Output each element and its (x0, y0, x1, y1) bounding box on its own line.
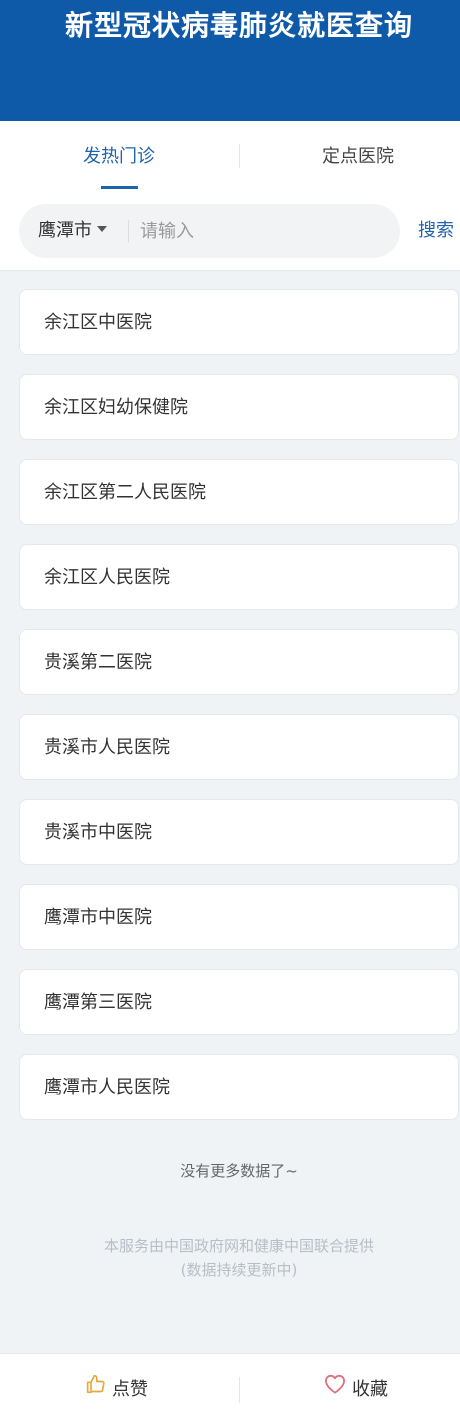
hospital-item[interactable]: 贵溪第二医院 (19, 629, 459, 695)
footer-line-1: 本服务由中国政府网和健康中国联合提供 (103, 1237, 374, 1255)
search-divider (128, 220, 129, 242)
tab-divider (239, 144, 240, 168)
tab-bar: 发热门诊 定点医院 (0, 121, 460, 193)
city-select[interactable]: 鹰潭市 (38, 204, 107, 258)
caret-down-icon (97, 226, 107, 232)
bottom-bar: 点赞 收藏 (0, 1353, 460, 1424)
search-bar: 鹰潭市 搜索 (0, 193, 460, 271)
favorite-button[interactable]: 收藏 (324, 1354, 388, 1424)
hospital-item[interactable]: 余江区妇幼保健院 (19, 374, 459, 440)
list-end-text: 没有更多数据了~ (180, 1162, 298, 1180)
hospital-item[interactable]: 余江区人民医院 (19, 544, 459, 610)
hospital-item[interactable]: 鹰潭第三医院 (19, 969, 459, 1035)
footer-line-2: (数据持续更新中) (180, 1261, 298, 1279)
hospital-item[interactable]: 贵溪市人民医院 (19, 714, 459, 780)
tab-fever-clinic[interactable]: 发热门诊 (4, 121, 234, 193)
hospital-item[interactable]: 余江区第二人民医院 (19, 459, 459, 525)
tab-designated-hospital[interactable]: 定点医院 (243, 121, 460, 193)
hospital-item[interactable]: 鹰潭市中医院 (19, 884, 459, 950)
hospital-item[interactable]: 鹰潭市人民医院 (19, 1054, 459, 1120)
search-button[interactable]: 搜索 (418, 204, 460, 258)
hospital-item[interactable]: 余江区中医院 (19, 289, 459, 355)
city-select-label: 鹰潭市 (38, 220, 92, 241)
like-button[interactable]: 点赞 (86, 1354, 148, 1424)
search-input[interactable] (140, 212, 390, 250)
active-tab-indicator (101, 186, 138, 189)
footer-note: 本服务由中国政府网和健康中国联合提供 (数据持续更新中) (0, 1234, 460, 1282)
page-title: 新型冠状病毒肺炎就医查询 (64, 9, 413, 42)
favorite-label: 收藏 (352, 1379, 388, 1400)
header: 新型冠状病毒肺炎就医查询 (0, 0, 460, 121)
hospital-item[interactable]: 贵溪市中医院 (19, 799, 459, 865)
like-label: 点赞 (112, 1379, 148, 1400)
thumbs-up-icon (86, 1353, 106, 1424)
search-box: 鹰潭市 (19, 204, 400, 258)
heart-icon (324, 1353, 346, 1424)
bottom-divider (239, 1377, 240, 1403)
